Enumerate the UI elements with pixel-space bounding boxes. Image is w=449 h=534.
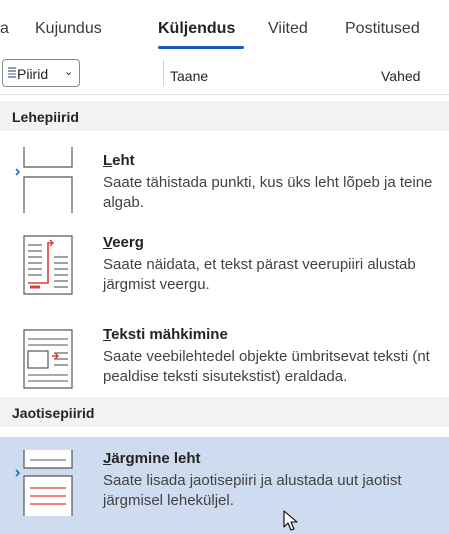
menu-item-jargmine-leht[interactable]: Järgmine leht Saate lisada jaotisepiiri … — [0, 437, 449, 534]
item-description: Saate veebilehtedel objekte ümbritsevat … — [103, 348, 430, 385]
title-rest: ärgmine leht — [111, 450, 201, 467]
tab-truncated[interactable]: a — [0, 20, 9, 38]
title-rest: eerg — [112, 234, 144, 251]
accelerator-key: V — [103, 234, 113, 251]
next-page-section-break-icon — [15, 450, 73, 516]
ribbon-toolbar: Piirid ⌄ Taane Vahed — [0, 52, 449, 94]
menu-item-teksti-mahkimine[interactable]: Teksti mähkimine Saate veebilehtedel obj… — [0, 313, 449, 399]
column-break-icon — [23, 235, 73, 295]
menu-item-veerg[interactable]: Veerg Saate näidata, et tekst pärast vee… — [0, 221, 449, 313]
text-wrapping-icon — [23, 329, 73, 389]
section-title: Jaotisepiirid — [12, 405, 95, 421]
ribbon-tab-bar: a Kujundus Küljendus Viited Postitused — [0, 0, 449, 52]
breaks-icon — [8, 67, 16, 78]
page-break-icon — [15, 147, 73, 213]
item-description: Saate lisada jaotisepiiri ja alustada uu… — [103, 472, 402, 509]
item-title: Järgmine leht — [103, 450, 201, 467]
taane-group-label: Taane — [170, 68, 209, 84]
menu-item-leht[interactable]: Leht Saate tähistada punkti, kus üks leh… — [0, 139, 449, 221]
chevron-down-icon: ⌄ — [64, 66, 74, 78]
active-tab-indicator — [158, 46, 244, 49]
item-title: Veerg — [103, 234, 144, 251]
vahed-group-label: Vahed — [381, 68, 421, 84]
accelerator-key: L — [103, 152, 113, 169]
title-rest: eksti mähkimine — [111, 326, 228, 343]
item-title: Teksti mähkimine — [103, 326, 228, 343]
piirid-label: Piirid — [17, 66, 49, 82]
section-header-jaotisepiirid: Jaotisepiirid — [0, 397, 449, 427]
item-title: Leht — [103, 152, 135, 169]
breaks-dropdown-menu: Lehepiirid Leht Saate tähistada punkti, … — [0, 94, 449, 534]
tab-viited[interactable]: Viited — [268, 20, 308, 38]
mouse-pointer-icon — [283, 510, 298, 531]
title-rest: eht — [112, 152, 135, 169]
tab-postitused[interactable]: Postitused — [345, 20, 420, 38]
item-description: Saate näidata, et tekst pärast veerupiir… — [103, 256, 416, 293]
section-title: Lehepiirid — [12, 109, 79, 125]
item-description: Saate tähistada punkti, kus üks leht lõp… — [103, 174, 433, 211]
accelerator-key: T — [103, 326, 112, 343]
piirid-dropdown-button[interactable]: Piirid ⌄ — [2, 59, 80, 87]
section-header-lehepiirid: Lehepiirid — [0, 101, 449, 131]
toolbar-divider — [163, 60, 164, 86]
tab-kujundus[interactable]: Kujundus — [35, 20, 102, 38]
tab-kuljendus[interactable]: Küljendus — [158, 20, 235, 38]
